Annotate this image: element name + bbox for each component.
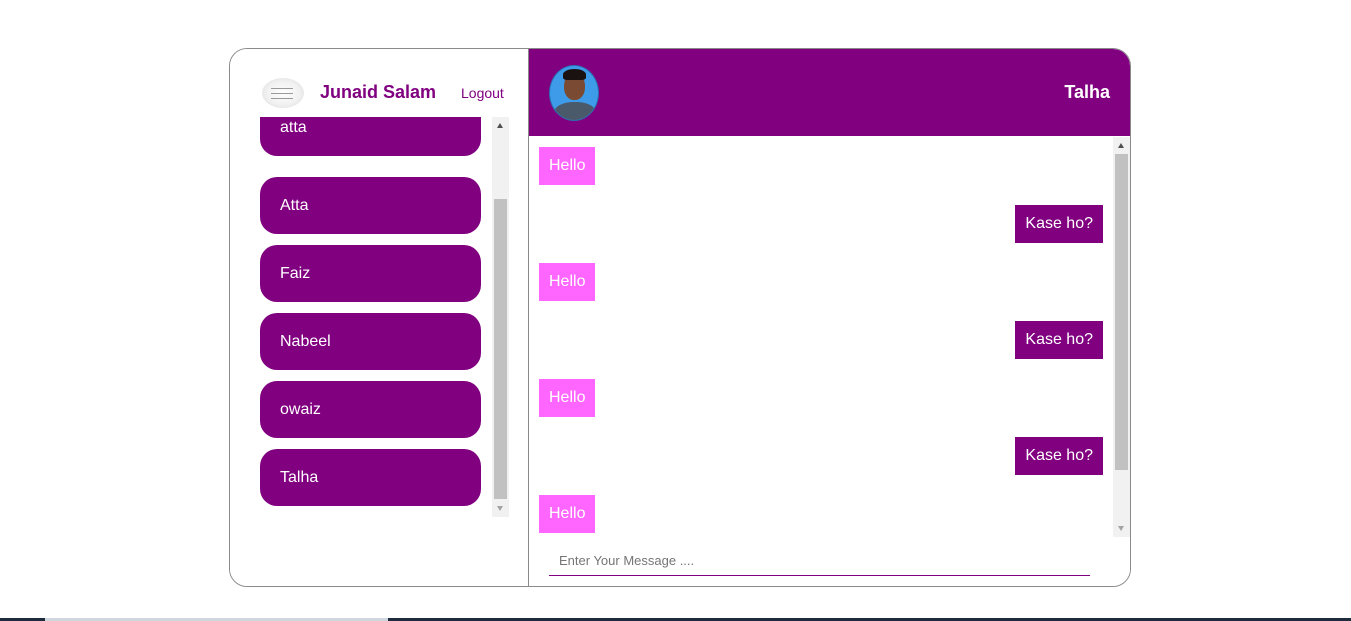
chat-app-window: Junaid Salam Logout atta Atta Faiz Nabee… (229, 48, 1131, 587)
scroll-up-arrow-icon[interactable] (497, 123, 503, 128)
contact-list[interactable]: atta Atta Faiz Nabeel owaiz Talha (260, 117, 482, 517)
avatar-shirt (554, 102, 596, 120)
outgoing-message: Kase ho? (1015, 205, 1103, 243)
incoming-message: Hello (539, 379, 596, 417)
contact-item[interactable]: Talha (260, 449, 481, 506)
peer-avatar (549, 65, 599, 121)
peer-name: Talha (1064, 82, 1110, 102)
incoming-message: Hello (539, 147, 596, 185)
contact-item[interactable]: Faiz (260, 245, 481, 302)
incoming-message: Hello (539, 495, 596, 533)
outgoing-message: Kase ho? (1015, 437, 1103, 475)
scrollbar-thumb[interactable] (494, 199, 507, 499)
message-list-scrollbar[interactable] (1113, 137, 1130, 537)
logout-button[interactable]: Logout (461, 85, 504, 101)
message-input[interactable] (549, 546, 1090, 576)
current-user-name: Junaid Salam (320, 82, 437, 102)
user-avatar (262, 78, 304, 108)
contact-item[interactable]: Nabeel (260, 313, 481, 370)
conversation-panel: Talha Hello Kase ho? Hello Kase ho? Hell… (529, 49, 1130, 586)
scroll-down-arrow-icon[interactable] (497, 506, 503, 511)
chat-header: Talha (529, 49, 1130, 136)
avatar-placeholder-line (271, 93, 293, 94)
scroll-up-arrow-icon[interactable] (1118, 143, 1124, 148)
contact-item[interactable]: Atta (260, 177, 481, 234)
message-list[interactable]: Hello Kase ho? Hello Kase ho? Hello Kase… (529, 137, 1113, 537)
scroll-down-arrow-icon[interactable] (1118, 526, 1124, 531)
incoming-message: Hello (539, 263, 596, 301)
contact-item[interactable]: owaiz (260, 381, 481, 438)
avatar-placeholder-line (271, 88, 293, 89)
sidebar: Junaid Salam Logout atta Atta Faiz Nabee… (230, 49, 529, 586)
contact-item[interactable]: atta (260, 117, 481, 156)
contact-list-scrollbar[interactable] (492, 117, 509, 517)
outgoing-message: Kase ho? (1015, 321, 1103, 359)
avatar-hair (563, 69, 586, 80)
avatar-placeholder-line (271, 98, 293, 99)
scrollbar-thumb[interactable] (1115, 154, 1128, 470)
